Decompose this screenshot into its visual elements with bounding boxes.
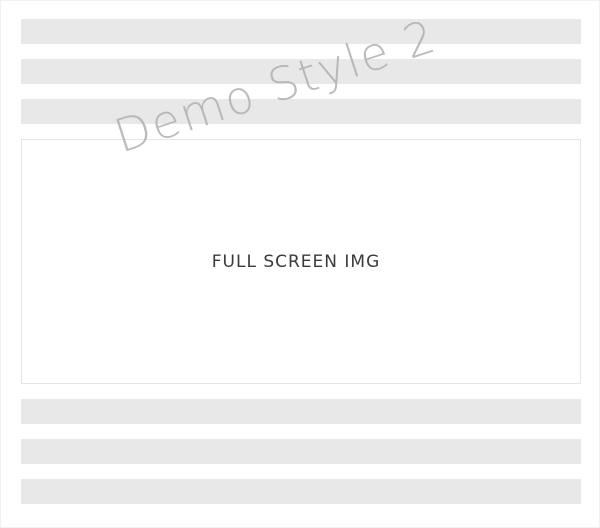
image-placeholder-label: FULL SCREEN IMG xyxy=(211,251,381,272)
text-line-placeholder xyxy=(21,19,581,44)
text-line-placeholder xyxy=(21,439,581,464)
text-line-placeholder xyxy=(21,479,581,504)
text-line-placeholder xyxy=(21,399,581,424)
full-screen-image-placeholder[interactable]: FULL SCREEN IMG xyxy=(21,139,581,384)
